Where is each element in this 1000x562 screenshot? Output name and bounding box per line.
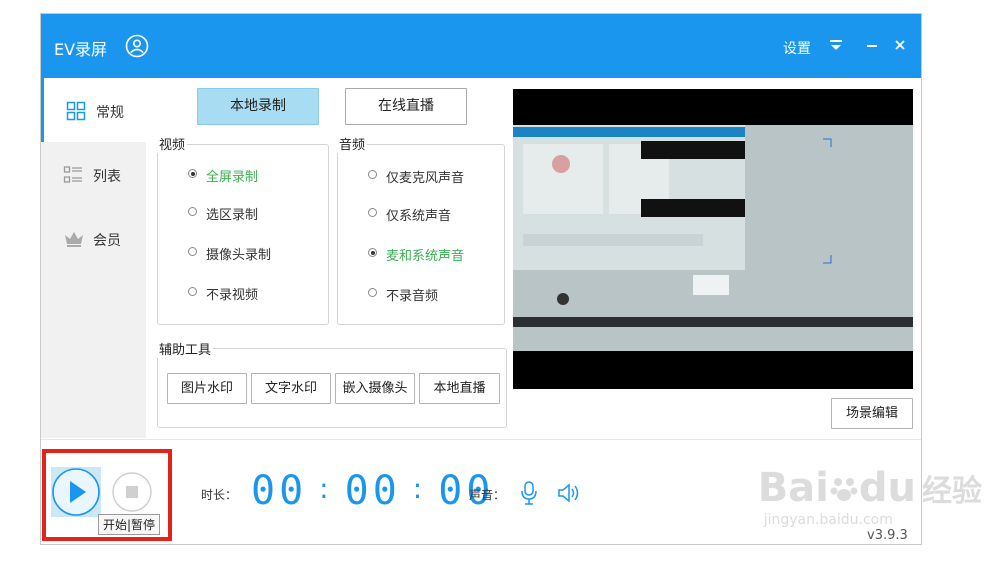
radio-button[interactable] bbox=[188, 169, 197, 178]
local-record-tab[interactable]: 本地录制 bbox=[197, 88, 319, 125]
paw-icon bbox=[830, 478, 858, 501]
timer-hours: 00 bbox=[251, 468, 308, 514]
minimize-icon[interactable] bbox=[863, 36, 881, 54]
option-label: 不录音频 bbox=[386, 289, 439, 304]
timer-separator: : bbox=[412, 472, 427, 505]
sidebar-item-label: 常规 bbox=[96, 105, 124, 121]
dropdown-menu-icon[interactable] bbox=[827, 36, 845, 54]
option-label: 仅麦克风声音 bbox=[386, 171, 465, 186]
timer-separator: : bbox=[319, 472, 333, 505]
app-title: EV录屏 bbox=[54, 40, 108, 59]
list-icon bbox=[63, 166, 82, 183]
speaker-icon[interactable] bbox=[557, 482, 581, 504]
scene-edit-button[interactable]: 场景编辑 bbox=[831, 398, 913, 429]
sidebar-item-label: 列表 bbox=[93, 169, 121, 185]
sidebar-item-list[interactable]: 列表 bbox=[41, 142, 146, 206]
sidebar: 常规 列表 会员 bbox=[41, 78, 146, 438]
text-watermark-button[interactable]: 文字水印 bbox=[251, 373, 331, 404]
radio-button[interactable] bbox=[188, 207, 197, 216]
screen-preview bbox=[513, 89, 913, 389]
timer-minutes: 00 bbox=[344, 468, 401, 514]
baidu-jingyan-watermark: Bai du 经验 jingyan.baidu.com bbox=[758, 468, 982, 528]
radio-button[interactable] bbox=[188, 287, 197, 296]
option-label: 仅系统声音 bbox=[386, 209, 452, 224]
local-live-button[interactable]: 本地直播 bbox=[419, 373, 500, 404]
crown-icon bbox=[65, 232, 83, 247]
watermark-url: jingyan.baidu.com bbox=[763, 512, 893, 528]
close-icon[interactable] bbox=[891, 36, 909, 54]
option-label: 麦和系统声音 bbox=[386, 249, 465, 264]
duration-label: 时长： bbox=[201, 488, 238, 502]
sidebar-item-member[interactable]: 会员 bbox=[41, 206, 146, 270]
audio-group-title: 音频 bbox=[337, 134, 368, 153]
option-label: 全屏录制 bbox=[206, 170, 259, 185]
image-watermark-button[interactable]: 图片水印 bbox=[167, 373, 247, 404]
radio-button[interactable] bbox=[368, 288, 377, 297]
user-account-icon[interactable] bbox=[125, 34, 149, 58]
embed-camera-button[interactable]: 嵌入摄像头 bbox=[335, 373, 415, 404]
settings-button[interactable]: 设置 bbox=[783, 38, 811, 58]
radio-button[interactable] bbox=[368, 208, 377, 217]
sidebar-item-label: 会员 bbox=[93, 233, 121, 249]
watermark-cn: 经验 bbox=[922, 474, 982, 509]
watermark-brand-suffix: du bbox=[858, 465, 916, 511]
option-label: 选区录制 bbox=[206, 208, 259, 223]
microphone-icon[interactable] bbox=[519, 480, 539, 506]
live-stream-tab[interactable]: 在线直播 bbox=[345, 88, 467, 125]
radio-button[interactable] bbox=[188, 247, 197, 256]
grid-icon bbox=[66, 101, 86, 121]
radio-button[interactable] bbox=[368, 248, 377, 257]
preview-thumbnail-image bbox=[513, 89, 913, 389]
watermark-brand: Bai bbox=[757, 465, 829, 511]
title-bar[interactable]: EV录屏 设置 bbox=[41, 14, 921, 78]
option-label: 摄像头录制 bbox=[206, 248, 272, 263]
sound-label: 声音： bbox=[469, 488, 506, 502]
play-tooltip: 开始|暂停 bbox=[98, 514, 161, 535]
option-label: 不录视频 bbox=[206, 288, 259, 303]
timer-display: 00:00:00 bbox=[251, 468, 494, 514]
radio-button[interactable] bbox=[368, 170, 377, 179]
sidebar-item-general[interactable]: 常规 bbox=[41, 78, 146, 142]
version-label: v3.9.3 bbox=[867, 528, 908, 543]
video-group-title: 视频 bbox=[157, 134, 188, 153]
tools-group-title: 辅助工具 bbox=[157, 339, 214, 358]
